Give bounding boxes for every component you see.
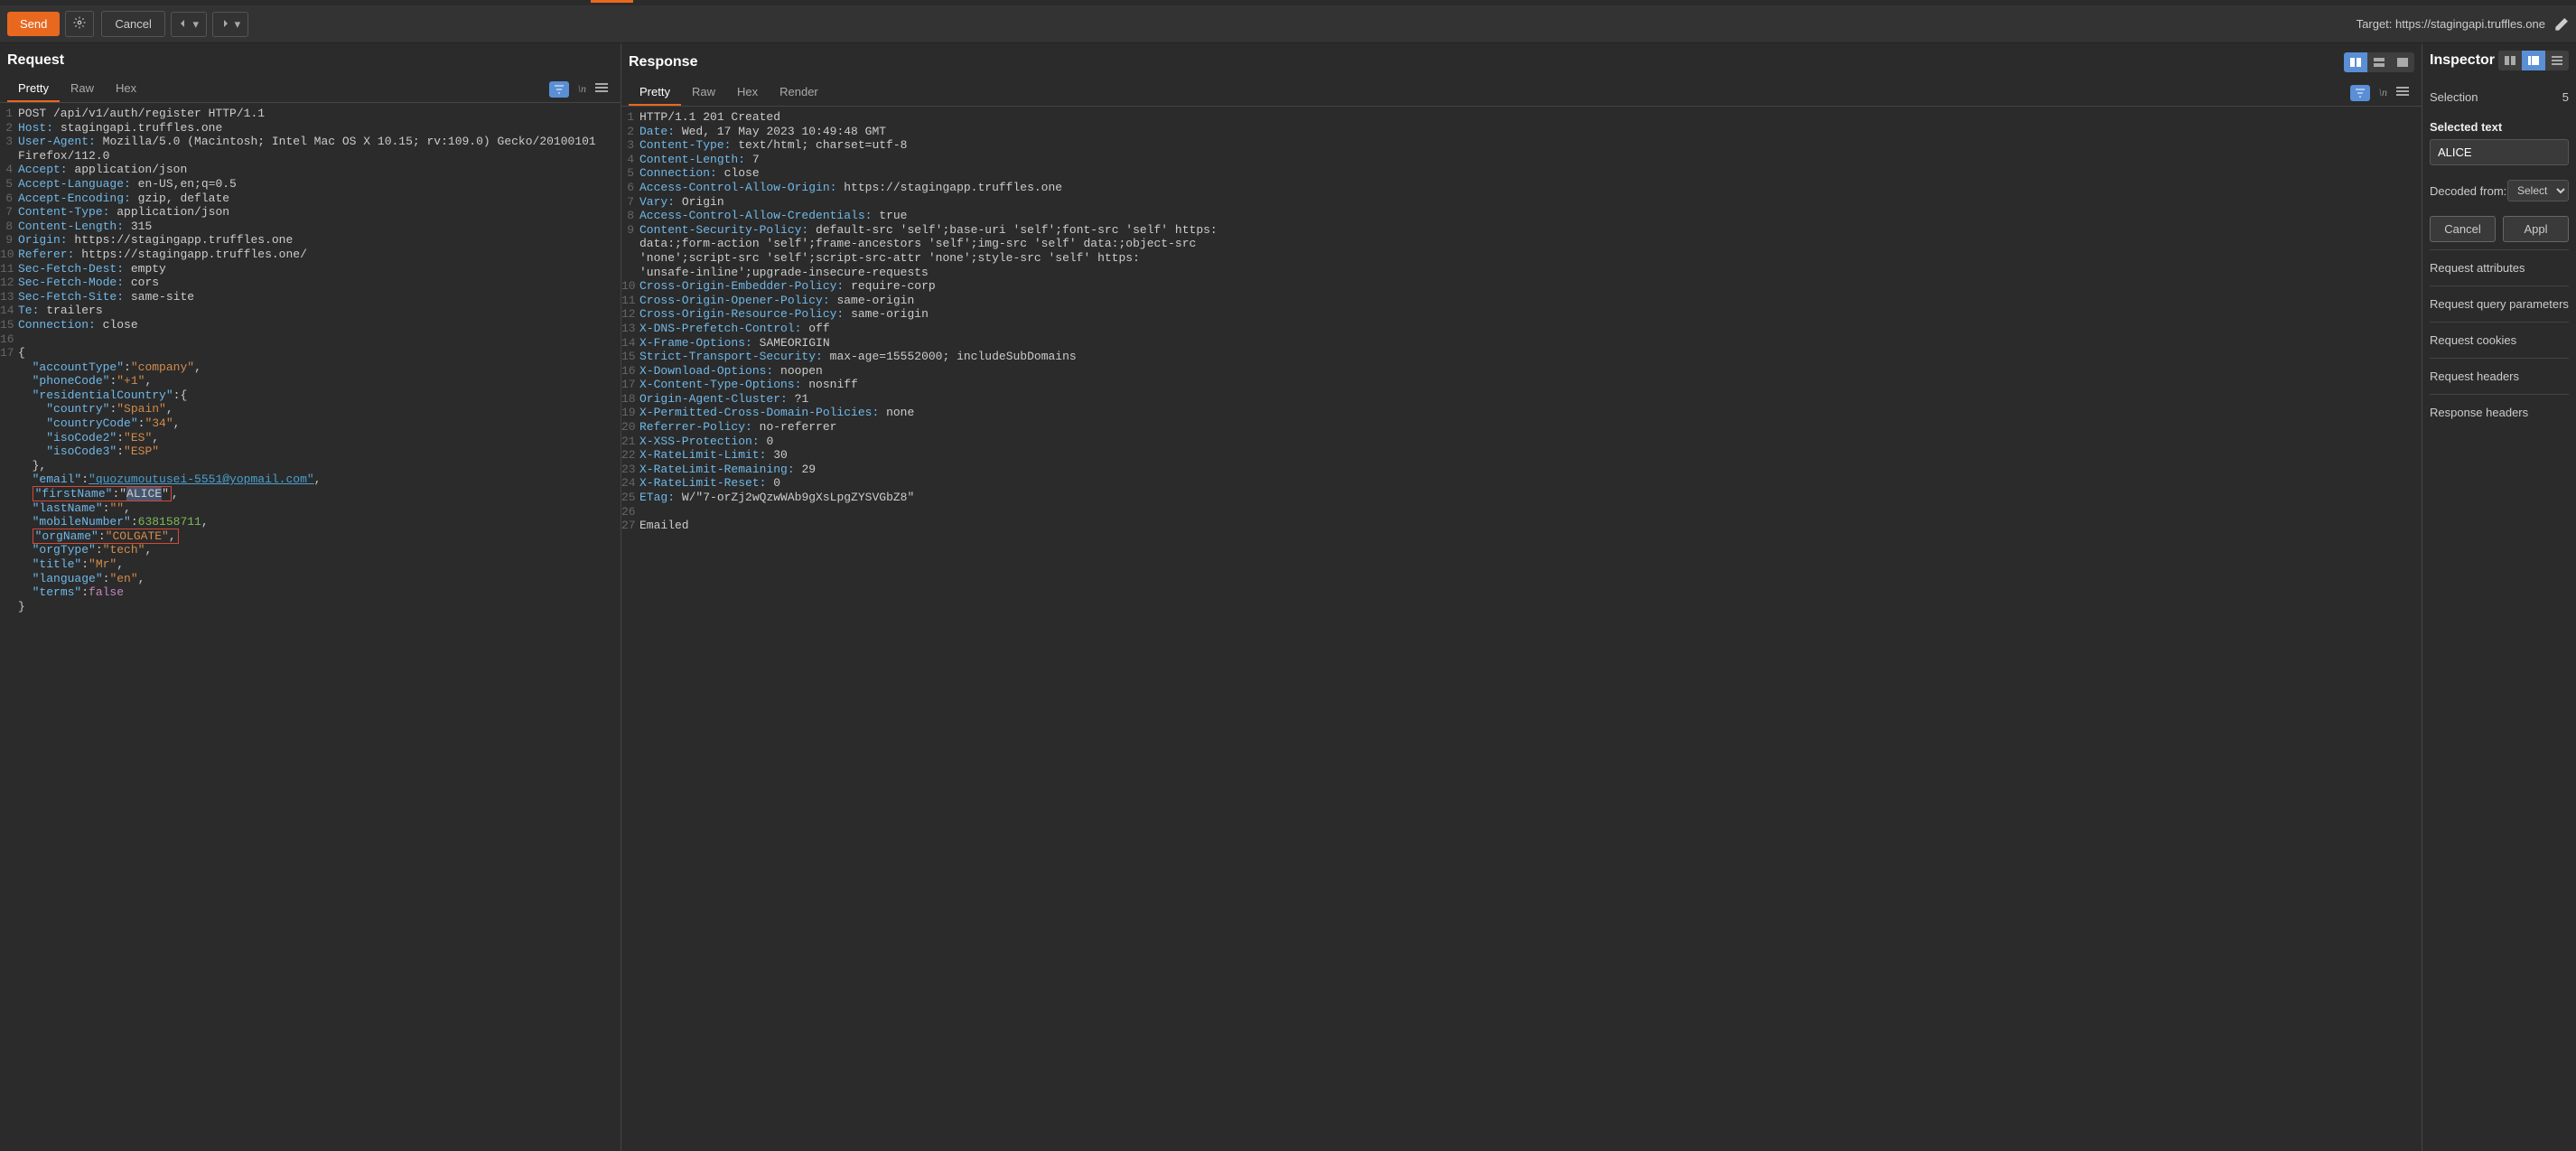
request-editor[interactable]: 1POST /api/v1/auth/register HTTP/1.12Hos… [0, 103, 621, 1151]
request-pane: Request Pretty Raw Hex \n 1POST /api/v1/… [0, 43, 621, 1151]
insp-request-query[interactable]: Request query parameters [2430, 285, 2569, 322]
cancel-button[interactable]: Cancel [101, 11, 164, 37]
insp-request-attributes[interactable]: Request attributes [2430, 249, 2569, 285]
insp-layout-b[interactable] [2522, 51, 2545, 70]
newline-icon[interactable]: \n [2379, 86, 2387, 99]
selected-text-label: Selected text [2430, 111, 2569, 139]
selection-label: Selection [2430, 90, 2478, 104]
chevron-left-icon [179, 19, 188, 28]
insp-layout-c[interactable] [2545, 51, 2569, 70]
insp-request-headers[interactable]: Request headers [2430, 358, 2569, 394]
response-title: Response [629, 54, 697, 70]
layout-single-button[interactable] [2391, 52, 2414, 72]
insp-response-headers[interactable]: Response headers [2430, 394, 2569, 430]
response-pane: Response Pretty Raw Hex Render \n 1HTTP/ [621, 43, 2422, 1151]
tab-res-pretty[interactable]: Pretty [629, 80, 681, 106]
filter-icon[interactable] [2350, 85, 2370, 101]
response-viewer[interactable]: 1HTTP/1.1 201 Created2Date: Wed, 17 May … [621, 107, 2422, 1151]
tab-res-render[interactable]: Render [769, 80, 829, 106]
target-label: Target: https://stagingapi.truffles.one [2357, 17, 2545, 31]
inspector-title: Inspector [2430, 52, 2495, 69]
menu-icon[interactable] [2396, 85, 2409, 100]
chevron-right-icon [220, 19, 229, 28]
layout-rows-button[interactable] [2367, 52, 2391, 72]
menu-icon[interactable] [595, 81, 608, 97]
gear-icon [73, 16, 86, 29]
active-tab-indicator [591, 0, 633, 3]
next-button[interactable]: ▾ [212, 12, 248, 37]
request-title: Request [7, 52, 64, 69]
tab-req-pretty[interactable]: Pretty [7, 76, 60, 102]
tab-req-hex[interactable]: Hex [105, 76, 147, 102]
inspector-apply-button[interactable]: Appl [2503, 216, 2569, 242]
filter-icon[interactable] [549, 81, 569, 98]
insp-layout-a[interactable] [2498, 51, 2522, 70]
decoded-from-select[interactable]: Select [2507, 180, 2569, 201]
toolbar: Send Cancel ▾ ▾ Target: https://staginga… [0, 5, 2576, 43]
inspector-cancel-button[interactable]: Cancel [2430, 216, 2496, 242]
edit-target-icon[interactable] [2554, 17, 2569, 32]
settings-button[interactable] [65, 11, 94, 37]
prev-button[interactable]: ▾ [171, 12, 207, 37]
selection-count: 5 [2562, 90, 2569, 104]
insp-request-cookies[interactable]: Request cookies [2430, 322, 2569, 358]
tab-res-hex[interactable]: Hex [726, 80, 769, 106]
decoded-from-label: Decoded from: [2430, 184, 2506, 198]
tab-req-raw[interactable]: Raw [60, 76, 105, 102]
newline-icon[interactable]: \n [578, 82, 586, 96]
tab-res-raw[interactable]: Raw [681, 80, 726, 106]
send-button[interactable]: Send [7, 12, 60, 36]
inspector-pane: Inspector Selection 5 Selected text ALIC… [2422, 43, 2576, 1151]
selected-text-value[interactable]: ALICE [2430, 139, 2569, 165]
layout-columns-button[interactable] [2344, 52, 2367, 72]
